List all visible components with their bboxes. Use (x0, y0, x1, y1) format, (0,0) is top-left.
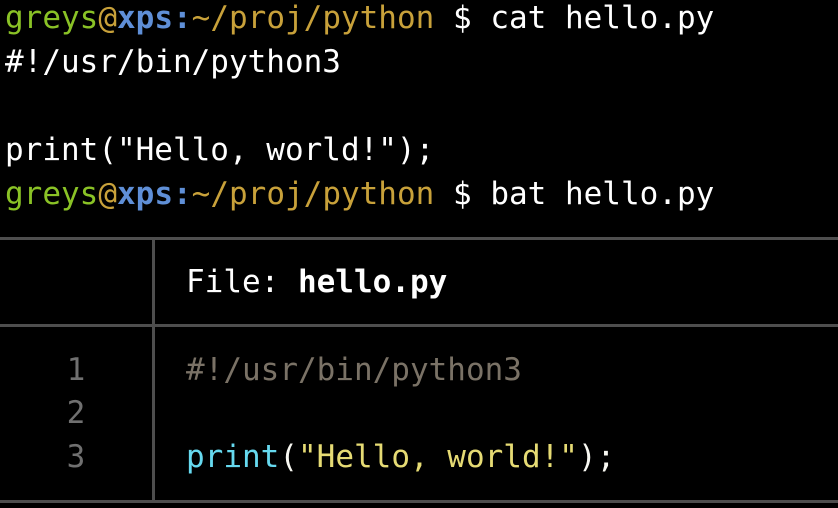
code-string: "Hello, world!" (298, 439, 578, 475)
prompt-path: ~/proj/python (191, 176, 435, 212)
code-function: print (186, 439, 280, 475)
command-cat: cat hello.py (490, 0, 715, 36)
code-open-paren: ( (279, 439, 298, 475)
bat-file-header: File: hello.py (186, 260, 447, 304)
prompt-at: @ (98, 176, 117, 212)
cat-output-line-1: #!/usr/bin/python3 (5, 44, 341, 80)
prompt-user: greys (5, 0, 99, 36)
bat-code-line-1: #!/usr/bin/python3 (186, 352, 522, 388)
bat-file-label: File: (186, 264, 298, 300)
prompt-separator: : (173, 0, 192, 36)
bat-top-rule (0, 237, 838, 240)
code-close-paren: ); (577, 439, 616, 475)
bat-header-rule (0, 324, 838, 327)
prompt-path: ~/proj/python (191, 0, 435, 36)
line-number-2: 2 (66, 395, 86, 431)
prompt-symbol: $ (434, 176, 491, 212)
bat-bottom-rule (0, 500, 838, 503)
prompt-line-cat: greys@xps:~/proj/python $ cat hello.py (5, 0, 714, 40)
prompt-at: @ (98, 0, 117, 36)
prompt-line-bat: greys@xps:~/proj/python $ bat hello.py (5, 172, 714, 216)
bat-code-line-3: print("Hello, world!"); (186, 435, 615, 479)
command-bat: bat hello.py (490, 176, 715, 212)
line-number-3: 3 (66, 439, 86, 475)
prompt-user: greys (5, 176, 99, 212)
bat-file-name: hello.py (297, 264, 448, 300)
prompt-separator: : (173, 176, 192, 212)
bat-gutter-rule (152, 237, 155, 503)
line-number-1: 1 (66, 352, 86, 388)
prompt-symbol: $ (434, 0, 491, 36)
prompt-host: xps (117, 0, 173, 36)
cat-output-line-3: print("Hello, world!"); (5, 132, 435, 168)
prompt-host: xps (117, 176, 173, 212)
